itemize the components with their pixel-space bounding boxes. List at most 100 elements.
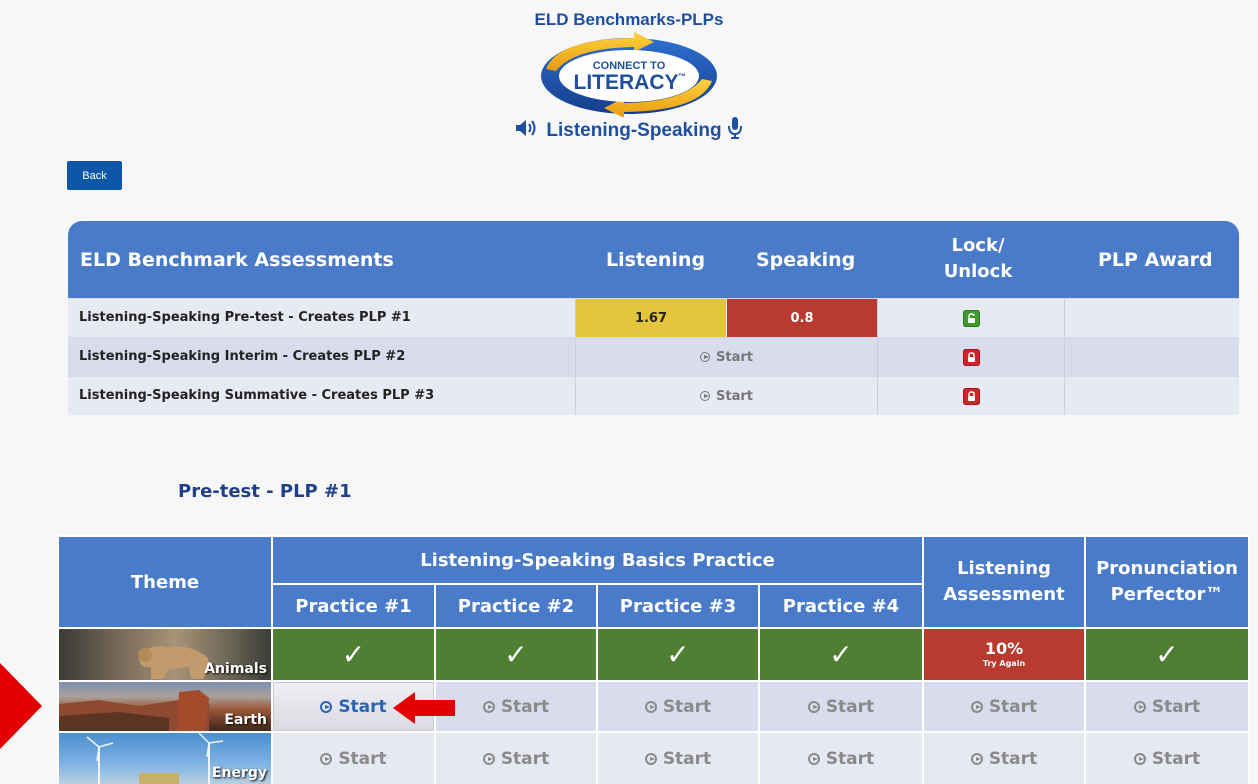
start-label: Start	[338, 696, 387, 717]
start-label: Start	[1151, 696, 1201, 717]
practice-1-complete: ✓	[273, 629, 434, 680]
unlocked-icon[interactable]	[962, 309, 980, 327]
play-circle-icon	[700, 352, 710, 362]
assessments-header: ELD Benchmark Assessments Listening Spea…	[68, 221, 1239, 298]
header-practice-3: Practice #3	[598, 585, 758, 627]
start-button[interactable]: Start	[575, 377, 877, 415]
play-circle-icon	[970, 700, 983, 713]
header-theme: Theme	[59, 537, 271, 627]
header-assessments: ELD Benchmark Assessments	[80, 249, 394, 271]
perfector-start-button[interactable]: Start	[1086, 682, 1248, 731]
start-label: Start	[825, 696, 875, 717]
section-title: Pre-test - PLP #1	[178, 481, 352, 502]
start-label: Start	[500, 696, 550, 717]
header-listening: Listening	[606, 249, 706, 271]
back-button[interactable]: Back	[67, 161, 122, 190]
plp-award-cell	[1064, 338, 1239, 376]
header-pronunciation-perfector-l1: Pronunciation	[1096, 558, 1238, 579]
plp-award-cell	[1064, 299, 1239, 337]
assessment-row-summative: Listening-Speaking Summative - Creates P…	[68, 376, 1239, 415]
play-circle-icon	[1133, 700, 1146, 713]
start-label: Start	[500, 748, 550, 769]
practice-3-start-button[interactable]: Start	[598, 733, 758, 784]
start-label: Start	[716, 388, 753, 404]
play-circle-icon	[482, 752, 495, 765]
speaking-score: 0.8	[727, 299, 877, 337]
header-speaking: Speaking	[756, 249, 856, 271]
play-circle-icon	[807, 700, 820, 713]
start-label: Start	[716, 349, 753, 365]
start-label: Start	[988, 696, 1038, 717]
perfector-start-button[interactable]: Start	[1086, 733, 1248, 784]
theme-label-energy: Energy	[211, 765, 267, 781]
speaker-icon	[515, 119, 541, 143]
practice-2-start-button[interactable]: Start	[436, 682, 596, 731]
connect-to-literacy-logo: CONNECT TO LITERACY ™	[541, 32, 717, 117]
theme-image-energy: Energy	[59, 733, 271, 784]
play-circle-icon	[482, 700, 495, 713]
assessment-start-button[interactable]: Start	[924, 733, 1084, 784]
perfector-complete: ✓	[1086, 629, 1248, 680]
row-pointer-triangle-icon	[0, 663, 42, 749]
lock-toggle[interactable]	[877, 338, 1064, 376]
start-label: Start	[1151, 748, 1201, 769]
red-arrow-icon	[393, 692, 455, 724]
start-label: Start	[338, 748, 387, 769]
practice-2-start-button[interactable]: Start	[436, 733, 596, 784]
lock-toggle[interactable]	[877, 377, 1064, 415]
lock-toggle[interactable]	[877, 299, 1064, 337]
header-pronunciation-perfector: Pronunciation Perfector™	[1086, 537, 1248, 627]
assessment-percent: 10%	[984, 639, 1024, 658]
play-circle-icon	[644, 700, 657, 713]
header-practice-1: Practice #1	[273, 585, 434, 627]
practice-4-start-button[interactable]: Start	[760, 733, 922, 784]
play-circle-icon	[320, 700, 333, 713]
microphone-icon	[727, 116, 743, 146]
assessment-name: Listening-Speaking Interim - Creates PLP…	[79, 349, 406, 364]
logo-text-literacy: LITERACY	[574, 71, 679, 94]
start-button[interactable]: Start	[575, 338, 877, 376]
logo-title: ELD Benchmarks-PLPs	[534, 10, 724, 29]
play-circle-icon	[700, 391, 710, 401]
header-practice-2: Practice #2	[436, 585, 596, 627]
header-listening-assessment-l2: Assessment	[943, 584, 1065, 605]
assessment-start-button[interactable]: Start	[924, 682, 1084, 731]
practice-3-start-button[interactable]: Start	[598, 682, 758, 731]
start-label: Start	[662, 696, 712, 717]
listening-assessment-score[interactable]: 10% Try Again	[924, 629, 1084, 680]
try-again-label: Try Again	[982, 659, 1026, 668]
theme-image-earth: Earth	[59, 682, 271, 731]
theme-label-earth: Earth	[224, 712, 267, 728]
play-circle-icon	[1133, 752, 1146, 765]
assessment-name: Listening-Speaking Pre-test - Creates PL…	[79, 310, 411, 325]
plp-award-cell	[1064, 377, 1239, 415]
header-listening-assessment-l1: Listening	[957, 558, 1051, 579]
play-circle-icon	[970, 752, 983, 765]
locked-icon[interactable]	[962, 387, 980, 405]
play-circle-icon	[807, 752, 820, 765]
listening-score: 1.67	[575, 299, 726, 337]
logo-subtitle-text: Listening-Speaking	[546, 120, 722, 141]
play-circle-icon	[644, 752, 657, 765]
assessment-row-pretest: Listening-Speaking Pre-test - Creates PL…	[68, 298, 1239, 337]
assessment-name: Listening-Speaking Summative - Creates P…	[79, 388, 435, 403]
header-lock-unlock: Lock/ Unlock	[943, 235, 1013, 282]
header-listening-assessment: Listening Assessment	[924, 537, 1084, 627]
practice-4-start-button[interactable]: Start	[760, 682, 922, 731]
locked-icon[interactable]	[962, 348, 980, 366]
practice-table: Theme Listening-Speaking Basics Practice…	[57, 535, 1250, 784]
header-practice-4: Practice #4	[760, 585, 922, 627]
practice-4-complete: ✓	[760, 629, 922, 680]
start-label: Start	[988, 748, 1038, 769]
header-basics-practice: Listening-Speaking Basics Practice	[273, 537, 922, 583]
play-circle-icon	[320, 752, 333, 765]
practice-2-complete: ✓	[436, 629, 596, 680]
logo-tm: ™	[678, 72, 686, 81]
practice-3-complete: ✓	[598, 629, 758, 680]
practice-1-start-button[interactable]: Start	[273, 733, 434, 784]
header-pronunciation-perfector-l2: Perfector™	[1110, 584, 1224, 605]
logo-subtitle: Listening-Speaking	[0, 116, 1258, 146]
theme-label-animals: Animals	[204, 661, 267, 677]
start-label: Start	[662, 748, 712, 769]
header-plp-award: PLP Award	[1098, 249, 1213, 271]
